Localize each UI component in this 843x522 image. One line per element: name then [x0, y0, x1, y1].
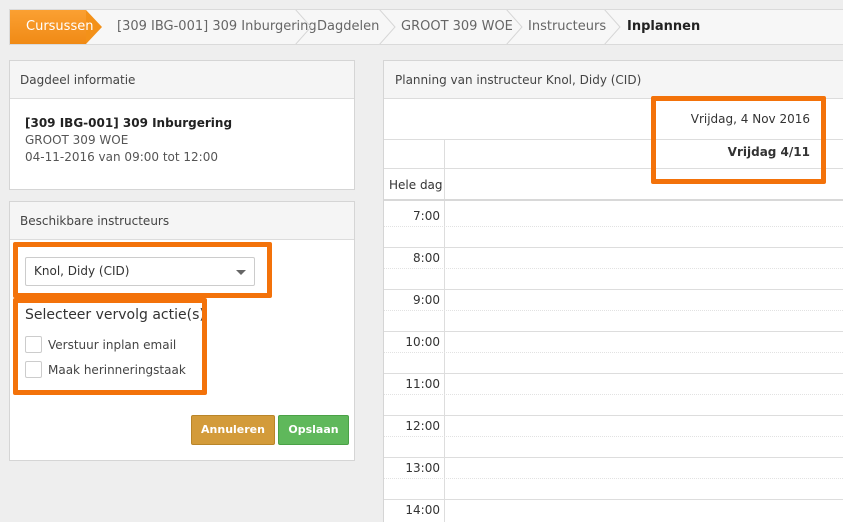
send-email-label[interactable]: Verstuur inplan email: [48, 336, 176, 354]
reminder-label[interactable]: Maak herinneringstaak: [48, 361, 186, 379]
course-name: [309 IBG-001] 309 Inburgering: [25, 116, 233, 130]
allday-label: Hele dag: [389, 178, 443, 192]
breadcrumb-item-course[interactable]: [309 IBG-001] 309 Inburgering: [117, 10, 317, 44]
breadcrumb: Cursussen [309 IBG-001] 309 Inburgering …: [9, 9, 843, 45]
chevron-right-icon: [604, 10, 621, 44]
instructeurs-panel: Beschikbare instructeurs Knol, Didy (CID…: [9, 201, 355, 461]
hour-label: 8:00: [413, 251, 440, 265]
follow-action-title: Selecteer vervolg actie(s): [25, 307, 205, 323]
chevron-right-icon: [506, 10, 523, 44]
hour-label: 14:00: [405, 503, 440, 517]
breadcrumb-label: Cursussen: [26, 19, 94, 34]
send-email-checkbox[interactable]: [25, 336, 42, 353]
breadcrumb-item-dagdelen[interactable]: Dagdelen: [317, 10, 379, 44]
hour-label: 13:00: [405, 461, 440, 475]
chevron-right-icon: [295, 10, 312, 44]
calendar-day-full: Vrijdag, 4 Nov 2016: [690, 112, 810, 126]
save-button[interactable]: Opslaan: [278, 415, 349, 445]
instructor-select[interactable]: Knol, Didy (CID): [25, 257, 255, 286]
hour-label: 9:00: [413, 293, 440, 307]
planning-panel: Planning van instructeur Knol, Didy (CID…: [383, 60, 843, 522]
group-name: GROOT 309 WOE: [25, 133, 129, 147]
hour-label: 7:00: [413, 209, 440, 223]
hour-label: 10:00: [405, 335, 440, 349]
dagdeel-datetime: 04-11-2016 van 09:00 tot 12:00: [25, 150, 218, 164]
calendar-day-header[interactable]: Vrijdag 4/11: [728, 145, 810, 159]
breadcrumb-item-cursussen[interactable]: Cursussen: [10, 10, 102, 44]
breadcrumb-item-instructeurs[interactable]: Instructeurs: [528, 10, 606, 44]
chevron-right-icon: [379, 10, 396, 44]
chevron-down-icon: [236, 270, 246, 275]
cancel-button[interactable]: Annuleren: [191, 415, 275, 445]
dagdeel-info-panel: Dagdeel informatie [309 IBG-001] 309 Inb…: [9, 60, 355, 190]
breadcrumb-item-group[interactable]: GROOT 309 WOE: [401, 10, 513, 44]
hour-label: 12:00: [405, 419, 440, 433]
planning-title: Planning van instructeur Knol, Didy (CID…: [384, 61, 843, 99]
instructor-select-value: Knol, Didy (CID): [34, 264, 130, 278]
panel-title: Dagdeel informatie: [10, 61, 354, 99]
panel-title: Beschikbare instructeurs: [10, 202, 354, 240]
hour-label: 11:00: [405, 377, 440, 391]
reminder-checkbox[interactable]: [25, 361, 42, 378]
breadcrumb-item-inplannen: Inplannen: [627, 19, 701, 34]
